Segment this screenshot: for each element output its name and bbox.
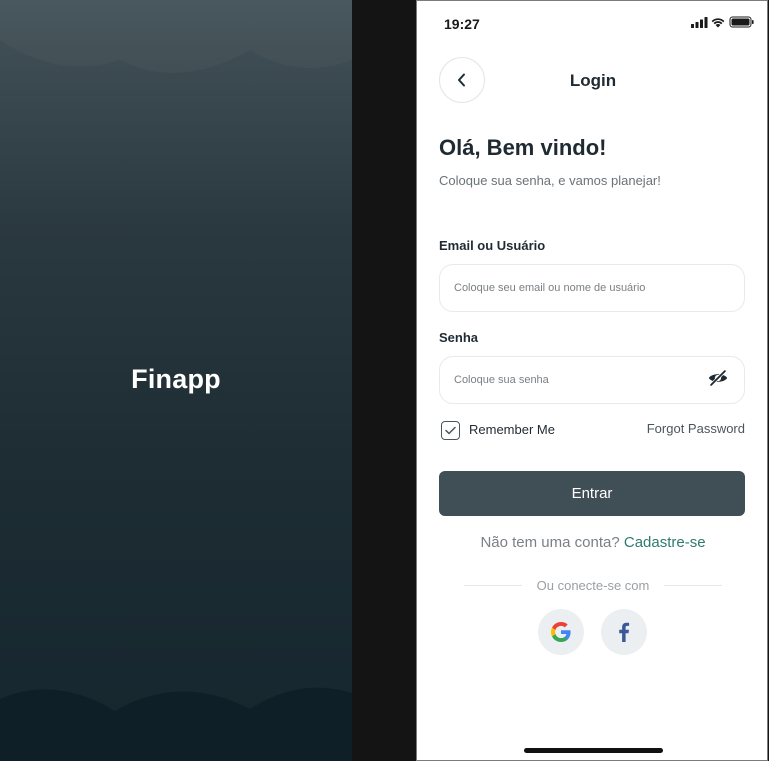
signup-prompt: Não tem uma conta? Cadastre-se <box>417 534 769 551</box>
login-button[interactable]: Entrar <box>439 471 745 516</box>
password-input[interactable] <box>439 356 745 404</box>
password-label: Senha <box>439 330 479 345</box>
status-time: 19:27 <box>444 16 480 32</box>
wifi-icon <box>711 18 725 28</box>
check-icon <box>445 426 456 435</box>
signup-link[interactable]: Cadastre-se <box>624 534 706 551</box>
email-label: Email ou Usuário <box>439 238 546 253</box>
cloud-decoration-top <box>0 0 352 90</box>
login-screen: 19:27 Login Olá, Bem vindo! Coloque sua … <box>416 0 768 761</box>
battery-icon <box>729 16 754 28</box>
google-login-button[interactable] <box>538 609 584 655</box>
remember-me-checkbox[interactable] <box>441 421 460 440</box>
email-input[interactable] <box>439 264 745 312</box>
facebook-icon <box>619 622 630 642</box>
signup-prompt-text: Não tem uma conta? <box>480 534 620 551</box>
splash-screen: Finapp <box>0 0 352 761</box>
splash-app-name: Finapp <box>131 364 221 394</box>
divider-right <box>664 585 722 586</box>
remember-me-label[interactable]: Remember Me <box>469 422 555 437</box>
eye-off-icon[interactable] <box>707 367 729 389</box>
welcome-subtitle: Coloque sua senha, e vamos planejar! <box>439 173 661 188</box>
page-title: Login <box>569 71 617 90</box>
google-icon <box>551 622 571 642</box>
status-icons <box>691 15 755 34</box>
facebook-login-button[interactable] <box>601 609 647 655</box>
home-indicator <box>524 748 663 753</box>
signal-icon <box>691 17 708 28</box>
welcome-heading: Olá, Bem vindo! <box>439 135 607 160</box>
forgot-password-link[interactable]: Forgot Password <box>647 421 745 436</box>
cloud-decoration-bottom <box>0 687 352 761</box>
